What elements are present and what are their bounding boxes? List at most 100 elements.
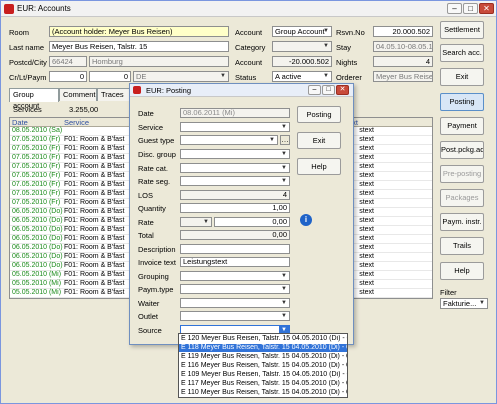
account-balance-field: -20.000.502 <box>272 56 332 67</box>
chevron-down-icon[interactable]: ▼ <box>321 27 331 36</box>
disc-group-select[interactable]: ▼ <box>180 149 290 159</box>
chevron-down-icon[interactable]: ▼ <box>279 123 289 131</box>
minimize-icon[interactable]: – <box>308 85 321 95</box>
chevron-down-icon[interactable]: ▼ <box>218 72 228 81</box>
chevron-down-icon[interactable]: ▼ <box>321 72 331 81</box>
rate-cat-select[interactable]: ▼ <box>180 163 290 173</box>
payment-type-select[interactable]: ▼ <box>180 284 290 294</box>
dialog-posting-button[interactable]: Posting <box>297 106 341 123</box>
rate-field[interactable]: 0,00 <box>214 217 290 227</box>
chevron-down-icon[interactable]: ▼ <box>477 299 487 308</box>
post-package-advance-button[interactable]: Post.pckg.adv. <box>440 141 484 159</box>
payment-button[interactable]: Payment <box>440 117 484 135</box>
row-service: F01: Room & B'fast <box>64 226 125 233</box>
packages-button[interactable]: Packages <box>440 189 484 207</box>
maximize-icon[interactable]: □ <box>463 3 478 14</box>
row-text: stext <box>359 145 374 152</box>
maximize-icon[interactable]: □ <box>322 85 335 95</box>
source-option[interactable]: E 118 Meyer Bus Reisen, Talstr. 15 04.05… <box>179 344 347 352</box>
info-icon[interactable]: i <box>300 214 312 226</box>
total-field: 0,00 <box>180 230 290 240</box>
row-date: 07.05.2010 (Fr) <box>12 181 61 188</box>
los-field: 4 <box>180 190 290 200</box>
category-select[interactable]: ▼ <box>272 41 332 52</box>
help-button[interactable]: Help <box>440 262 484 280</box>
account-type-select[interactable]: Group Account ▼ <box>272 26 332 37</box>
lt-field[interactable]: 0 <box>89 71 131 82</box>
room-field[interactable]: (Account holder: Meyer Bus Reisen) <box>49 26 229 37</box>
search-account-button[interactable]: Search acc. <box>440 44 484 62</box>
row-text: stext <box>359 253 374 260</box>
city-field[interactable]: Homburg <box>89 56 229 67</box>
description-field[interactable] <box>180 244 290 254</box>
chevron-down-icon[interactable]: ▼ <box>279 299 289 307</box>
row-service: F01: Room & B'fast <box>64 235 125 242</box>
tab-group-account[interactable]: Group account <box>9 88 59 110</box>
row-date: 07.05.2010 (Fr) <box>12 136 61 143</box>
source-label: Source <box>138 326 162 335</box>
filter-select[interactable]: Fakturie... ▼ <box>440 298 488 309</box>
source-option[interactable]: E 119 Meyer Bus Reisen, Talstr. 15 04.05… <box>179 353 347 361</box>
source-option[interactable]: E 110 Meyer Bus Reisen, Talstr. 15 04.05… <box>179 389 347 397</box>
source-option[interactable]: E 117 Meyer Bus Reisen, Talstr. 15 04.05… <box>179 380 347 388</box>
chevron-down-icon[interactable]: ▼ <box>321 42 331 51</box>
settlement-button[interactable]: Settlement <box>440 21 484 39</box>
invoice-text-field[interactable]: Leistungstext <box>180 257 290 267</box>
row-date: 05.05.2010 (Mi) <box>12 280 62 287</box>
service-select[interactable]: ▼ <box>180 122 290 132</box>
row-date: 07.05.2010 (Fr) <box>12 190 61 197</box>
exit-button[interactable]: Exit <box>440 68 484 86</box>
posting-button[interactable]: Posting <box>440 93 484 111</box>
row-service: F01: Room & B'fast <box>64 262 125 269</box>
paym-field[interactable]: DE ▼ <box>133 71 229 82</box>
header-service[interactable]: Service <box>64 118 89 127</box>
waiter-select[interactable]: ▼ <box>180 298 290 308</box>
grouping-select[interactable]: ▼ <box>180 271 290 281</box>
row-text: stext <box>359 154 374 161</box>
dialog-exit-button[interactable]: Exit <box>297 132 341 149</box>
close-icon[interactable]: ✕ <box>479 3 494 14</box>
rsvn-field[interactable]: 20.000.502 <box>373 26 433 37</box>
header-date[interactable]: Date <box>12 118 28 127</box>
chevron-down-icon[interactable]: ▼ <box>279 272 289 280</box>
source-option[interactable]: E 120 Meyer Bus Reisen, Talstr. 15 04.05… <box>179 335 347 343</box>
chevron-down-icon[interactable]: ▼ <box>201 218 211 226</box>
row-date: 06.05.2010 (Do) <box>12 262 63 269</box>
guest-type-select[interactable]: ▼ <box>180 135 278 145</box>
row-text: stext <box>359 127 374 134</box>
pre-posting-button[interactable]: Pre-posting <box>440 165 484 183</box>
chevron-down-icon[interactable]: ▼ <box>279 150 289 158</box>
row-date: 07.05.2010 (Fr) <box>12 199 61 206</box>
guest-type-ellipsis-button[interactable]: … <box>280 135 290 145</box>
chevron-down-icon[interactable]: ▼ <box>279 164 289 172</box>
close-icon[interactable]: ✕ <box>336 85 349 95</box>
chevron-down-icon[interactable]: ▼ <box>279 312 289 320</box>
postcode-field[interactable]: 66424 <box>49 56 87 67</box>
dialog-help-button[interactable]: Help <box>297 158 341 175</box>
tab-comment[interactable]: Comment <box>59 88 97 101</box>
lastname-field[interactable]: Meyer Bus Reisen, Talstr. 15 <box>49 41 229 52</box>
minimize-icon[interactable]: – <box>447 3 462 14</box>
filter-label: Filter <box>440 288 457 297</box>
cr-field[interactable]: 0 <box>49 71 87 82</box>
row-text: stext <box>359 208 374 215</box>
quantity-field[interactable]: 1,00 <box>180 203 290 213</box>
status-select[interactable]: A active ▼ <box>272 71 332 82</box>
row-text: stext <box>359 289 374 296</box>
trails-button[interactable]: Trails <box>440 237 484 255</box>
rate-seg-select[interactable]: ▼ <box>180 176 290 186</box>
source-option[interactable]: E 109 Meyer Bus Reisen, Talstr. 15 04.05… <box>179 371 347 379</box>
row-text: stext <box>359 226 374 233</box>
source-option[interactable]: E 116 Meyer Bus Reisen, Talstr. 15 04.05… <box>179 362 347 370</box>
outlet-select[interactable]: ▼ <box>180 311 290 321</box>
source-dropdown-list[interactable]: E 120 Meyer Bus Reisen, Talstr. 15 04.05… <box>178 333 348 398</box>
row-date: 06.05.2010 (Do) <box>12 235 63 242</box>
chevron-down-icon[interactable]: ▼ <box>267 136 277 144</box>
tab-traces[interactable]: Traces <box>97 88 131 101</box>
rate-currency-select[interactable]: ▼ <box>180 217 212 227</box>
row-date: 05.05.2010 (Mi) <box>12 298 61 299</box>
chevron-down-icon[interactable]: ▼ <box>279 285 289 293</box>
payment-instructions-button[interactable]: Paym. instr. <box>440 213 484 231</box>
chevron-down-icon[interactable]: ▼ <box>279 177 289 185</box>
guest-type-label: Guest type <box>138 136 175 145</box>
